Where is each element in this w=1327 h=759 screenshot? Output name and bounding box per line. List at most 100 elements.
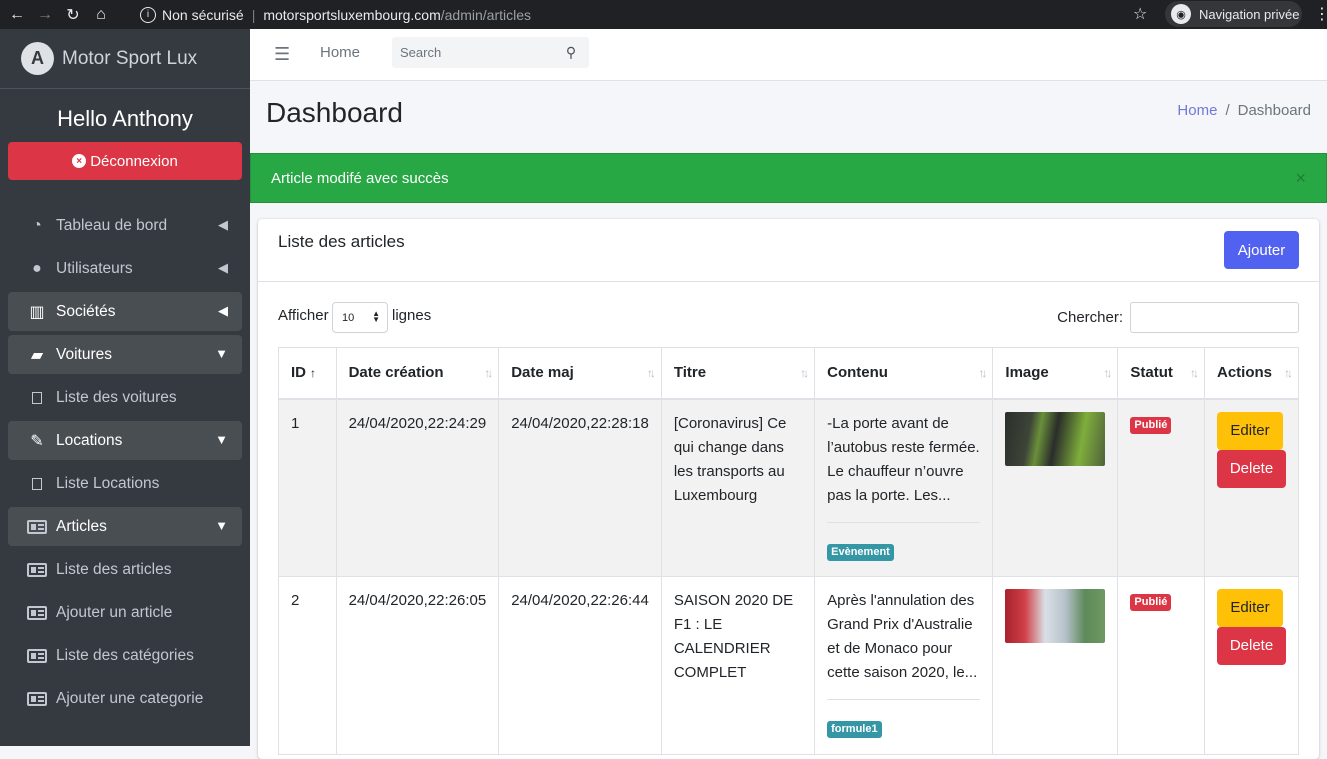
divider [827, 699, 981, 700]
delete-button[interactable]: Delete [1217, 627, 1286, 665]
incognito-icon: ◉ [1171, 4, 1191, 24]
tachometer-icon: ◔ [32, 216, 42, 234]
sort-asc-icon: ↑ [310, 366, 316, 381]
brand-link[interactable]: A Motor Sport Lux [0, 29, 250, 89]
edit-button[interactable]: Editer [1217, 411, 1283, 450]
card-header: Liste des articles Ajouter [258, 219, 1319, 282]
home-icon[interactable]: ⌂ [90, 4, 112, 26]
table-row: 1 24/04/2020,22:24:29 24/04/2020,22:28:1… [278, 398, 1299, 577]
times-circle-icon: × [72, 154, 87, 168]
column-label: Statut [1130, 364, 1173, 382]
sidebar-item-liste-des-articles[interactable]: Liste des articles [8, 550, 242, 589]
cell-contenu: Après l'annulation des Grand Prix d'Aust… [814, 576, 994, 755]
sidebar-item-voitures[interactable]: ▰ Voitures ▼ [8, 335, 242, 374]
delete-button[interactable]: Delete [1217, 449, 1286, 488]
cell-actions: Editer Delete [1204, 398, 1299, 577]
sidebar-item-liste-des-categories[interactable]: Liste des catégories [8, 636, 242, 675]
chevron-down-icon: ▼ [215, 432, 228, 447]
edit-button[interactable]: Editer [1217, 589, 1283, 627]
file-signature-icon: ✎ [30, 432, 44, 450]
sidebar-item-label: Utilisateurs [56, 259, 133, 277]
article-thumbnail [1005, 589, 1106, 643]
sidebar-item-label: Voitures [56, 345, 113, 363]
nav-home-link[interactable]: Home [320, 44, 360, 61]
forward-icon[interactable]: → [34, 4, 56, 26]
url-separator: | [251, 6, 256, 23]
sidebar-item-label: Liste des articles [56, 560, 172, 578]
browser-menu-icon[interactable]: ⋮ [1314, 4, 1327, 24]
entries-select[interactable]: 10 ▲ ▼ [332, 302, 388, 333]
column-header-image[interactable]: Image ↑↓ [992, 347, 1119, 400]
sidebar-item-tableau-de-bord[interactable]: ◔ Tableau de bord ◀ [8, 206, 242, 245]
sort-icon: ↑↓ [484, 366, 493, 380]
hamburger-menu-icon[interactable]: ☰ [274, 44, 290, 65]
sidebar-item-ajouter-un-article[interactable]: Ajouter un article [8, 593, 242, 632]
sidebar-item-label: Liste des catégories [56, 646, 194, 664]
bookmark-star-icon[interactable]: ☆ [1133, 4, 1147, 24]
sort-icon: ↑↓ [1284, 366, 1293, 380]
sidebar-item-utilisateurs[interactable]: ● Utilisateurs ◀ [8, 249, 242, 288]
lines-label: lignes [392, 307, 432, 324]
alert-message: Article modifé avec succès [271, 169, 449, 187]
entries-value: 10 [342, 311, 355, 324]
sidebar-item-societes[interactable]: ▥ Sociétés ◀ [8, 292, 242, 331]
user-greeting: Hello Anthony [57, 106, 193, 131]
logout-button[interactable]: × Déconnexion [8, 142, 242, 180]
column-header-contenu[interactable]: Contenu ↑↓ [814, 347, 994, 400]
info-icon[interactable]: i [140, 6, 156, 23]
navbar-search-input[interactable] [392, 45, 557, 60]
square-icon [26, 477, 48, 490]
add-article-button[interactable]: Ajouter [1224, 231, 1299, 269]
column-header-titre[interactable]: Titre ↑↓ [660, 347, 816, 400]
column-header-date-maj[interactable]: Date maj ↑↓ [498, 347, 662, 400]
sidebar-item-articles[interactable]: Articles ▼ [8, 507, 242, 546]
brand-logo-icon: A [21, 42, 54, 75]
sort-icon: ↑↓ [646, 366, 656, 380]
column-label: Image [1005, 364, 1049, 382]
column-header-date-creation[interactable]: Date création ↑↓ [335, 347, 500, 400]
address-bar[interactable]: i Non sécurisé | motorsportsluxembourg.c… [140, 2, 1160, 27]
sort-icon: ↑↓ [1190, 366, 1199, 380]
column-label: Contenu [827, 364, 888, 382]
cell-titre: SAISON 2020 DE F1 : LE CALENDRIER COMPLE… [660, 576, 816, 755]
cell-date-maj: 24/04/2020,22:28:18 [498, 398, 662, 577]
chevron-down-icon: ▼ [215, 346, 228, 361]
sidebar-item-label: Ajouter un article [56, 603, 173, 621]
sidebar-item-label: Articles [56, 517, 107, 535]
url-path: /admin/articles [440, 6, 532, 23]
sidebar-item-liste-locations[interactable]: Liste Locations [8, 464, 242, 503]
card-title: Liste des articles [278, 232, 405, 251]
table-search-label: Chercher: [1057, 309, 1123, 326]
breadcrumb-current: Dashboard [1237, 102, 1311, 119]
column-label: Date maj [511, 364, 574, 382]
table-search-input[interactable] [1130, 302, 1299, 333]
search-icon[interactable]: ⚲ [557, 44, 585, 61]
sidebar-item-label: Locations [56, 431, 123, 449]
building-icon: ▥ [29, 303, 45, 321]
breadcrumb-home-link[interactable]: Home [1177, 102, 1217, 119]
status-badge: Publié [1130, 594, 1172, 611]
cell-id: 1 [278, 398, 337, 577]
sidebar-item-liste-des-voitures[interactable]: Liste des voitures [8, 378, 242, 417]
back-icon[interactable]: ← [6, 4, 28, 26]
private-browsing-badge[interactable]: ◉ Navigation privée [1165, 1, 1302, 27]
divider [827, 521, 981, 523]
sidebar-item-locations[interactable]: ✎ Locations ▼ [8, 421, 242, 460]
chevron-left-icon: ◀ [218, 303, 228, 318]
article-thumbnail [1005, 411, 1106, 466]
browser-toolbar: ← → ↻ ⌂ i Non sécurisé | motorsportsluxe… [0, 0, 1327, 29]
column-header-statut[interactable]: Statut ↑↓ [1117, 347, 1205, 400]
reload-icon[interactable]: ↻ [62, 4, 84, 26]
private-label: Navigation privée [1199, 6, 1300, 22]
chevron-left-icon: ◀ [218, 217, 228, 232]
sidebar-item-label: Liste des voitures [56, 388, 177, 406]
column-header-actions[interactable]: Actions ↑↓ [1204, 347, 1299, 400]
sidebar-item-ajouter-une-categorie[interactable]: Ajouter une categorie [8, 679, 242, 718]
cell-statut: Publié [1117, 398, 1205, 577]
square-icon [26, 391, 48, 404]
articles-card: Liste des articles Ajouter Afficher 10 ▲… [258, 219, 1319, 759]
close-icon[interactable]: × [1295, 168, 1306, 189]
user-icon: ● [32, 259, 42, 277]
column-header-id[interactable]: ID ↑ [278, 347, 337, 400]
category-badge: formule1 [827, 721, 882, 738]
